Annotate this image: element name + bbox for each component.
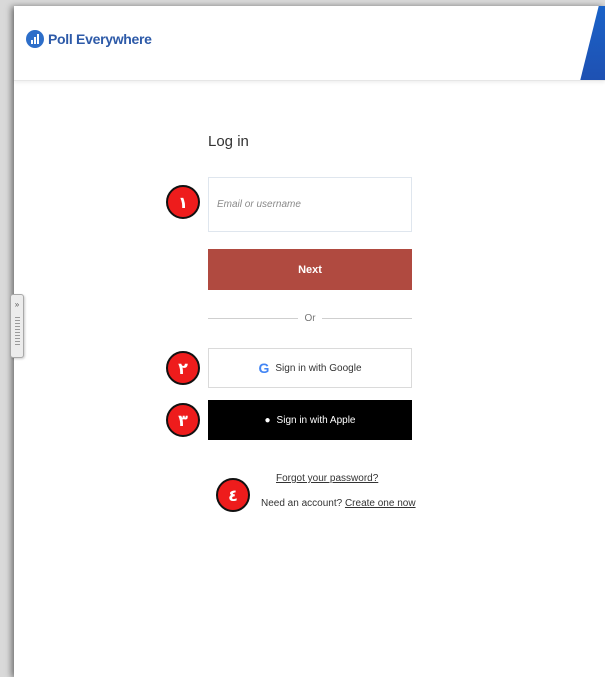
poll-everywhere-logo-icon [26, 30, 44, 48]
google-icon: G [258, 360, 270, 376]
sign-in-apple-button[interactable]: ● Sign in with Apple [208, 400, 412, 440]
forgot-password-link[interactable]: Forgot your password? [276, 473, 378, 484]
top-header: Poll Everywhere [14, 6, 605, 81]
divider-line-right [321, 317, 413, 319]
need-account-text: Need an account? [261, 498, 343, 509]
need-account-line: Need an account? Create one now [261, 498, 416, 509]
email-username-input[interactable] [208, 177, 412, 232]
or-divider: Or [208, 312, 413, 324]
page: Poll Everywhere » Log in Next Or G Sign … [10, 6, 605, 677]
or-label: Or [304, 312, 316, 324]
annotation-marker-2: ٢ [166, 351, 200, 385]
grip-icon [14, 317, 20, 345]
login-title: Log in [208, 133, 249, 150]
side-panel-handle[interactable]: » [10, 294, 24, 358]
annotation-marker-3: ٣ [166, 403, 200, 437]
logo-text: Poll Everywhere [48, 31, 152, 47]
sign-in-google-button[interactable]: G Sign in with Google [208, 348, 412, 388]
apple-icon: ● [264, 414, 271, 426]
create-account-link[interactable]: Create one now [345, 498, 416, 509]
next-button[interactable]: Next [208, 249, 412, 290]
annotation-marker-1: ١ [166, 185, 200, 219]
corner-decoration [578, 6, 605, 80]
expand-arrows-icon: » [14, 300, 20, 309]
google-button-label: Sign in with Google [275, 362, 362, 374]
annotation-marker-4: ٤ [216, 478, 250, 512]
apple-button-label: Sign in with Apple [276, 414, 356, 426]
divider-line-left [208, 317, 299, 319]
poll-everywhere-logo[interactable]: Poll Everywhere [26, 30, 152, 48]
